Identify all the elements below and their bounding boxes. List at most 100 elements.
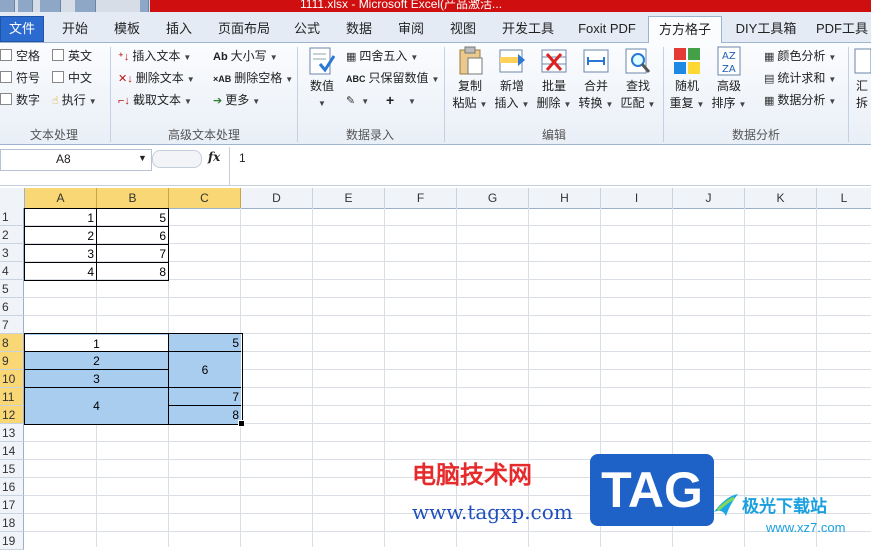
add-insert-button[interactable]: 新增 插入 ▼ (492, 46, 532, 113)
round-button[interactable]: ▦ 四舍五入 ▼ (346, 48, 418, 66)
insert-text-button[interactable]: ⁺↓ 插入文本 ▼ (118, 48, 191, 66)
tab-template[interactable]: 模板 (106, 18, 148, 42)
english-checkbox[interactable]: 英文 (52, 48, 92, 64)
execute-button[interactable]: ☝ 执行 ▼ (52, 92, 97, 110)
ribbon: 空格 英文 符号 中文 数字 ☝ 执行 ▼ 文本处理 ⁺↓ 插入文本 ▼ ✕↓ 删除文本 ▼… (0, 43, 871, 145)
keep-values-button[interactable]: ABC 只保留数值 ▼ (346, 70, 439, 88)
column-headers: A B C D E F G H I J K L (0, 188, 871, 209)
chinese-checkbox[interactable]: 中文 (52, 70, 92, 86)
quick-access-dropdown-icon[interactable] (140, 0, 149, 12)
column-header-h[interactable]: H (529, 188, 601, 208)
batch-delete-button[interactable]: 批量 删除 ▼ (534, 46, 574, 113)
tab-data[interactable]: 数据 (338, 18, 380, 42)
column-header-j[interactable]: J (673, 188, 745, 208)
row-header-16[interactable]: 16 (0, 478, 24, 496)
more-button[interactable]: ➔ 更多 ▼ (213, 92, 260, 110)
row-header-11[interactable]: 11 (0, 388, 24, 406)
tab-insert[interactable]: 插入 (158, 18, 200, 42)
undo-icon[interactable] (40, 0, 61, 12)
svg-text:ZA: ZA (722, 64, 736, 75)
column-header-e[interactable]: E (313, 188, 385, 208)
row-header-3[interactable]: 3 (0, 244, 24, 262)
cell-a2[interactable]: 2 (24, 226, 97, 245)
cell-b1[interactable]: 5 (96, 208, 169, 227)
row-header-19[interactable]: 19 (0, 532, 24, 550)
row-header-15[interactable]: 15 (0, 460, 24, 478)
column-header-f[interactable]: F (385, 188, 457, 208)
column-header-i[interactable]: I (601, 188, 673, 208)
column-header-g[interactable]: G (457, 188, 529, 208)
select-all-corner[interactable] (0, 188, 25, 208)
row-header-14[interactable]: 14 (0, 442, 24, 460)
data-analysis-button[interactable]: ▦ 数据分析 ▼ (764, 92, 836, 110)
column-header-d[interactable]: D (241, 188, 313, 208)
cell-a3[interactable]: 3 (24, 244, 97, 263)
cell-a4[interactable]: 4 (24, 262, 97, 281)
delete-text-button[interactable]: ✕↓ 删除文本 ▼ (118, 70, 195, 88)
tab-view[interactable]: 视图 (442, 18, 484, 42)
random-repeat-button[interactable]: 随机 重复 ▼ (667, 46, 707, 113)
column-header-a[interactable]: A (25, 188, 97, 208)
summary-split-button[interactable]: 汇 拆 (852, 46, 871, 112)
tab-home[interactable]: 开始 (52, 18, 98, 42)
row-header-17[interactable]: 17 (0, 496, 24, 514)
chevron-down-icon[interactable]: ▼ (138, 153, 147, 163)
formula-bar-splitter[interactable] (152, 150, 202, 168)
color-analysis-button[interactable]: ▦ 颜色分析 ▼ (764, 48, 836, 66)
cell-b4[interactable]: 8 (96, 262, 169, 281)
column-header-b[interactable]: B (97, 188, 169, 208)
row-header-4[interactable]: 4 (0, 262, 24, 280)
fill-handle[interactable] (238, 420, 245, 427)
extract-text-button[interactable]: ⌐↓ 截取文本 ▼ (118, 92, 192, 110)
row-header-9[interactable]: 9 (0, 352, 24, 370)
column-header-l[interactable]: L (817, 188, 871, 208)
checkbox-icon (52, 71, 64, 83)
dropdown-arrow-icon[interactable]: ▼ (405, 92, 416, 110)
tab-pdf-tools[interactable]: PDF工具 (812, 18, 871, 42)
cell-b2[interactable]: 6 (96, 226, 169, 245)
tab-formulas[interactable]: 公式 (286, 18, 328, 42)
tab-page-layout[interactable]: 页面布局 (212, 18, 276, 42)
tab-review[interactable]: 审阅 (390, 18, 432, 42)
row-header-18[interactable]: 18 (0, 514, 24, 532)
cell-b3[interactable]: 7 (96, 244, 169, 263)
case-button[interactable]: Ab 大小写 ▼ (213, 48, 278, 66)
row-header-12[interactable]: 12 (0, 406, 24, 424)
digit-checkbox[interactable]: 数字 (0, 92, 40, 108)
column-header-c[interactable]: C (169, 188, 241, 208)
find-match-button[interactable]: 查找 匹配 ▼ (618, 46, 658, 113)
remove-spaces-button[interactable]: ×AB 删除空格 ▼ (213, 70, 293, 88)
copy-paste-button[interactable]: 复制 粘贴 ▼ (450, 46, 490, 113)
tab-file[interactable]: 文件 (0, 16, 44, 42)
cell-a1[interactable]: 1 (24, 208, 97, 227)
row-header-5[interactable]: 5 (0, 280, 24, 298)
row-header-2[interactable]: 2 (0, 226, 24, 244)
name-box[interactable]: A8 ▼ (0, 149, 152, 171)
save-icon[interactable] (18, 0, 33, 12)
formula-input[interactable]: 1 (239, 151, 859, 169)
extract-text-icon: ⌐↓ (118, 95, 130, 107)
row-header-10[interactable]: 10 (0, 370, 24, 388)
row-header-13[interactable]: 13 (0, 424, 24, 442)
tab-fangfang-gezi[interactable]: 方方格子 (648, 16, 722, 44)
edit-entry-button[interactable]: ✎ ▼ (346, 92, 369, 110)
excel-icon[interactable] (0, 0, 15, 12)
row-header-6[interactable]: 6 (0, 298, 24, 316)
tab-diy-toolbox[interactable]: DIY工具箱 (730, 18, 802, 42)
advanced-sort-button[interactable]: AZ ZA 高级 排序 ▼ (709, 46, 749, 113)
space-checkbox[interactable]: 空格 (0, 48, 40, 64)
merge-convert-button[interactable]: 合并 转换 ▼ (576, 46, 616, 113)
value-button[interactable]: 数值 ▼ (302, 46, 342, 112)
symbol-checkbox[interactable]: 符号 (0, 70, 40, 86)
column-header-k[interactable]: K (745, 188, 817, 208)
row-header-7[interactable]: 7 (0, 316, 24, 334)
stat-sum-button[interactable]: ▤ 统计求和 ▼ (764, 70, 836, 88)
insert-function-icon[interactable]: fx (208, 150, 220, 164)
plus-icon[interactable]: + (386, 92, 394, 108)
redo-icon[interactable] (75, 0, 96, 12)
row-header-1[interactable]: 1 (0, 208, 24, 226)
tab-developer[interactable]: 开发工具 (494, 18, 562, 42)
tab-foxit-pdf[interactable]: Foxit PDF (570, 18, 644, 42)
row-header-8[interactable]: 8 (0, 334, 24, 352)
dropdown-arrow-icon: ▼ (186, 75, 195, 84)
